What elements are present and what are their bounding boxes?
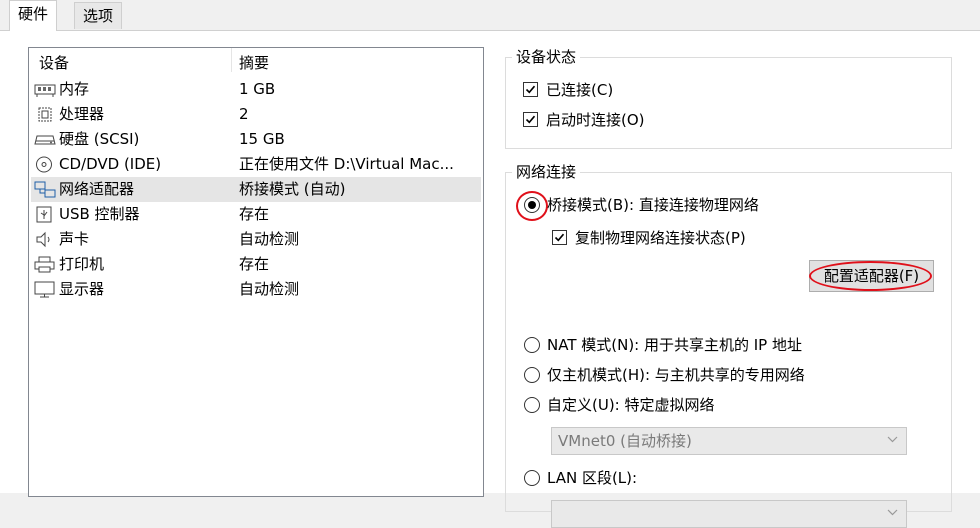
chevron-down-icon: [887, 436, 898, 443]
connected-checkbox[interactable]: [523, 82, 538, 97]
device-status-title: 设备状态: [512, 47, 581, 67]
device-summary: 存在: [239, 205, 270, 223]
device-row-sound-card[interactable]: 声卡 自动检测: [31, 227, 481, 252]
device-name: 处理器: [59, 105, 105, 123]
tab-options[interactable]: 选项: [74, 2, 123, 29]
device-summary: 正在使用文件 D:\Virtual Mac...: [239, 155, 454, 173]
lan-segment-radio[interactable]: [524, 470, 540, 486]
chevron-down-icon: [887, 509, 898, 516]
device-name: 打印机: [59, 255, 105, 273]
device-name: CD/DVD (IDE): [59, 155, 162, 173]
custom-label[interactable]: 自定义(U): 特定虚拟网络: [547, 395, 715, 415]
device-name: 硬盘 (SCSI): [59, 130, 140, 148]
checkmark-icon: [525, 85, 536, 94]
device-summary: 2: [239, 105, 249, 123]
device-row-printer[interactable]: 打印机 存在: [31, 252, 481, 277]
custom-network-select-value: VMnet0 (自动桥接): [558, 432, 692, 450]
device-row-display[interactable]: 显示器 自动检测: [31, 277, 481, 302]
highlight-ring-configure-adapters: [809, 261, 932, 291]
sound-card-icon: [36, 231, 50, 248]
device-row-hard-disk[interactable]: 硬盘 (SCSI) 15 GB: [31, 127, 481, 152]
connect-at-power-on-label[interactable]: 启动时连接(O): [546, 110, 645, 130]
column-divider[interactable]: [231, 48, 232, 72]
device-summary: 桥接模式 (自动): [239, 180, 346, 198]
tab-strip: 硬件 选项: [0, 0, 980, 31]
device-summary: 自动检测: [239, 280, 300, 298]
device-summary: 1 GB: [239, 80, 276, 98]
checkmark-icon: [525, 115, 536, 124]
host-only-label[interactable]: 仅主机模式(H): 与主机共享的专用网络: [547, 365, 805, 385]
cd-dvd-icon: [36, 156, 52, 173]
device-status-group: 设备状态 已连接(C) 启动时连接(O): [505, 47, 952, 149]
device-name: 网络适配器: [59, 180, 135, 198]
device-row-memory[interactable]: 内存 1 GB: [31, 77, 481, 102]
column-header-device[interactable]: 设备: [39, 52, 69, 73]
nat-radio[interactable]: [524, 337, 540, 353]
connect-at-power-on-checkbox[interactable]: [523, 112, 538, 127]
display-icon: [34, 281, 55, 298]
column-header-summary[interactable]: 摘要: [239, 52, 269, 73]
replicate-state-checkbox[interactable]: [552, 230, 567, 245]
device-list-header: 设备 摘要: [29, 48, 483, 76]
nat-label[interactable]: NAT 模式(N): 用于共享主机的 IP 地址: [547, 335, 802, 355]
custom-network-select[interactable]: VMnet0 (自动桥接): [551, 427, 907, 455]
tab-panel-hardware: 设备 摘要 内存 1 GB 处理器 2 硬盘 (SCSI) 15 GB CD/D…: [0, 30, 980, 528]
lan-segment-select[interactable]: [551, 500, 907, 528]
processor-icon: [38, 107, 52, 122]
lan-segment-label[interactable]: LAN 区段(L):: [547, 468, 637, 488]
radio-selected-dot: [528, 201, 536, 209]
bridged-label[interactable]: 桥接模式(B): 直接连接物理网络: [547, 195, 759, 215]
device-name: 显示器: [59, 280, 105, 298]
usb-icon: [36, 206, 52, 223]
checkmark-icon: [554, 233, 565, 242]
network-adapter-icon: [34, 181, 56, 198]
printer-icon: [34, 256, 55, 273]
device-summary: 自动检测: [239, 230, 300, 248]
connected-label[interactable]: 已连接(C): [546, 80, 613, 100]
device-row-usb-controller[interactable]: USB 控制器 存在: [31, 202, 481, 227]
device-name: 声卡: [59, 230, 90, 248]
device-row-processor[interactable]: 处理器 2: [31, 102, 481, 127]
replicate-state-label[interactable]: 复制物理网络连接状态(P): [575, 228, 746, 248]
network-connection-title: 网络连接: [512, 162, 581, 182]
bridged-radio[interactable]: [524, 197, 540, 213]
memory-icon: [34, 84, 56, 97]
host-only-radio[interactable]: [524, 367, 540, 383]
device-row-network-adapter[interactable]: 网络适配器 桥接模式 (自动): [31, 177, 481, 202]
hard-disk-icon: [34, 135, 56, 145]
device-summary: 存在: [239, 255, 270, 273]
device-list[interactable]: 设备 摘要 内存 1 GB 处理器 2 硬盘 (SCSI) 15 GB CD/D…: [28, 47, 484, 497]
device-row-cd-dvd[interactable]: CD/DVD (IDE) 正在使用文件 D:\Virtual Mac...: [31, 152, 481, 177]
device-name: 内存: [59, 80, 90, 98]
device-name: USB 控制器: [59, 205, 140, 223]
tab-hardware[interactable]: 硬件: [9, 0, 58, 31]
custom-radio[interactable]: [524, 397, 540, 413]
device-summary: 15 GB: [239, 130, 285, 148]
network-connection-group: 网络连接 桥接模式(B): 直接连接物理网络 复制物理网络连接状态(P) 配置适…: [505, 162, 952, 528]
